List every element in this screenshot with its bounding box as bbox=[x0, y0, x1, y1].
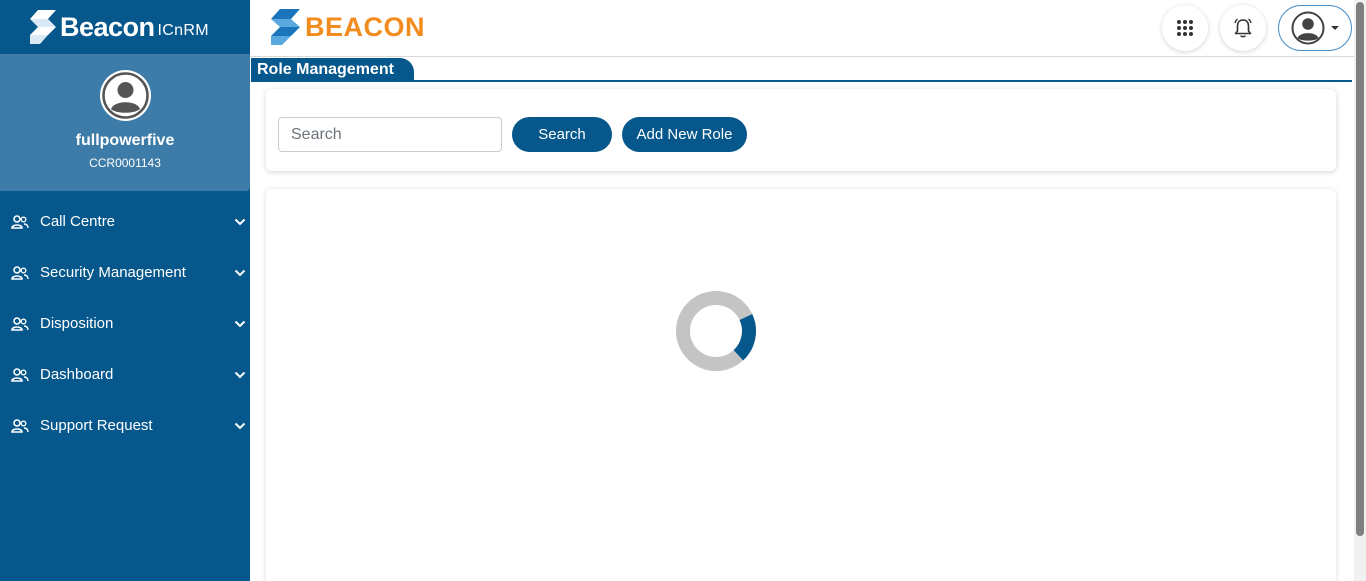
loading-spinner-icon bbox=[676, 291, 756, 371]
sidebar-item-label: Support Request bbox=[40, 417, 153, 434]
caret-down-icon bbox=[1331, 26, 1339, 30]
users-icon bbox=[11, 418, 29, 433]
user-avatar-icon bbox=[1291, 11, 1325, 45]
avatar[interactable] bbox=[99, 70, 151, 121]
page-title: Role Management bbox=[251, 58, 414, 81]
search-card: Search Add New Role bbox=[266, 89, 1336, 171]
users-icon bbox=[11, 214, 29, 229]
notifications-button[interactable] bbox=[1220, 5, 1266, 51]
section-divider bbox=[251, 80, 1352, 82]
header-logo[interactable]: BEACON bbox=[271, 9, 425, 45]
chevron-down-icon bbox=[234, 422, 246, 429]
sidebar-item-security-management[interactable]: Security Management bbox=[0, 247, 250, 298]
chevron-down-icon bbox=[234, 371, 246, 378]
add-new-role-button[interactable]: Add New Role bbox=[622, 117, 747, 152]
users-icon bbox=[11, 367, 29, 382]
scrollbar-thumb[interactable] bbox=[1356, 2, 1364, 536]
chevron-down-icon bbox=[234, 218, 246, 225]
user-name: fullpowerfive bbox=[75, 132, 175, 149]
sidebar-item-label: Dashboard bbox=[40, 366, 114, 383]
top-header: BEACON bbox=[250, 0, 1354, 57]
users-icon bbox=[11, 316, 29, 331]
search-button[interactable]: Search bbox=[512, 117, 612, 152]
sidebar-item-dashboard[interactable]: Dashboard bbox=[0, 349, 250, 400]
sidebar-item-disposition[interactable]: Disposition bbox=[0, 298, 250, 349]
user-avatar-icon bbox=[101, 72, 149, 119]
sidebar: Beacon ICnRM fullpowerfive CCR0001143 Ca… bbox=[0, 0, 250, 581]
chevron-down-icon bbox=[234, 269, 246, 276]
user-profile-panel: fullpowerfive CCR0001143 bbox=[0, 54, 250, 191]
apps-grid-icon bbox=[1177, 20, 1193, 36]
brand-subtitle: ICnRM bbox=[157, 22, 209, 39]
bell-icon bbox=[1234, 18, 1252, 38]
sidebar-menu: Call Centre Security Management Disposit… bbox=[0, 196, 250, 451]
sidebar-item-label: Disposition bbox=[40, 315, 114, 332]
sidebar-item-support-request[interactable]: Support Request bbox=[0, 400, 250, 451]
brand-name: Beacon bbox=[60, 11, 155, 42]
sidebar-brand[interactable]: Beacon ICnRM bbox=[0, 0, 250, 54]
chevron-down-icon bbox=[234, 320, 246, 327]
page-scrollbar[interactable] bbox=[1354, 0, 1366, 581]
sidebar-item-label: Security Management bbox=[40, 264, 186, 281]
user-id: CCR0001143 bbox=[89, 156, 161, 170]
apps-button[interactable] bbox=[1162, 5, 1208, 51]
users-icon bbox=[11, 265, 29, 280]
user-menu-button[interactable] bbox=[1278, 5, 1352, 51]
roles-content-card bbox=[266, 189, 1336, 581]
sidebar-item-call-centre[interactable]: Call Centre bbox=[0, 196, 250, 247]
search-input[interactable] bbox=[278, 117, 502, 152]
header-logo-text: BEACON bbox=[305, 11, 426, 42]
sidebar-item-label: Call Centre bbox=[40, 213, 116, 230]
beacon-logo-icon bbox=[30, 10, 56, 44]
beacon-logo-icon bbox=[271, 9, 300, 45]
